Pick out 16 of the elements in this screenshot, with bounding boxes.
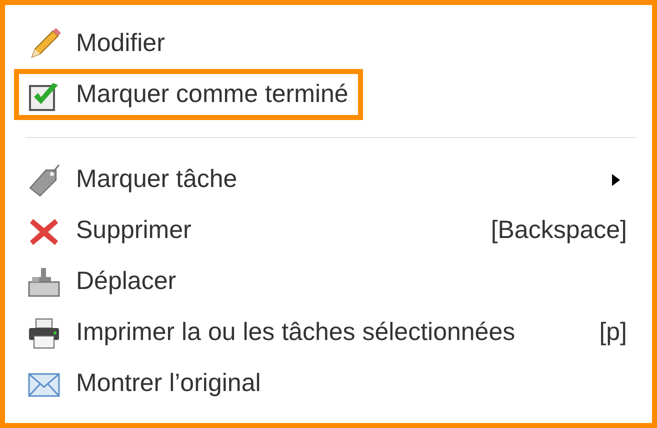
shortcut-label: [Backspace] [490, 216, 627, 245]
menu-item[interactable]: Montrer l’original [14, 358, 638, 409]
menu-item[interactable]: Supprimer [Backspace] [14, 205, 638, 256]
menu-item-label: Déplacer [76, 267, 176, 296]
menu-item-label: Montrer l’original [76, 369, 261, 398]
menu-item-label: Marquer comme terminé [76, 80, 348, 109]
menu-item[interactable]: Imprimer la ou les tâches sélectionnées [p] [14, 307, 638, 358]
menu-item[interactable]: Déplacer [14, 256, 638, 307]
menu-item[interactable]: Modifier [14, 18, 638, 69]
menu-item-label: Supprimer [76, 216, 192, 245]
menu-item-label: Modifier [76, 29, 165, 58]
menu-item-label: Imprimer la ou les tâches sélectionnées [76, 318, 516, 347]
shortcut-label: [p] [599, 318, 627, 347]
menu-item[interactable]: Marquer comme terminé [14, 69, 364, 120]
menu-item[interactable]: Marquer tâche [14, 154, 638, 205]
menu-item-label: Marquer tâche [76, 165, 238, 194]
